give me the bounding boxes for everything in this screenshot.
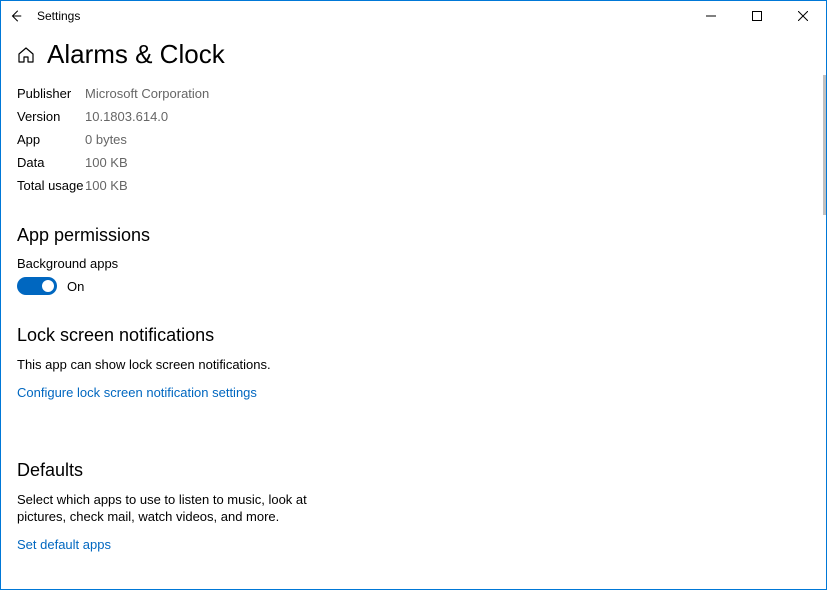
configure-lockscreen-link[interactable]: Configure lock screen notification setti… — [17, 385, 257, 400]
info-label: Publisher — [17, 86, 85, 101]
close-button[interactable] — [780, 1, 826, 31]
window-controls — [688, 1, 826, 31]
set-default-apps-link[interactable]: Set default apps — [17, 537, 111, 552]
info-label: Total usage — [17, 178, 85, 193]
info-value: Microsoft Corporation — [85, 86, 209, 101]
background-apps-label: Background apps — [17, 256, 826, 271]
section-permissions: App permissions Background apps On — [17, 225, 826, 295]
defaults-heading: Defaults — [17, 460, 826, 481]
arrow-left-icon — [9, 9, 23, 23]
info-value: 100 KB — [85, 178, 128, 193]
info-value: 100 KB — [85, 155, 128, 170]
content-area: Alarms & Clock Publisher Microsoft Corpo… — [1, 31, 826, 589]
background-apps-toggle[interactable] — [17, 277, 57, 295]
app-info-table: Publisher Microsoft Corporation Version … — [17, 82, 826, 197]
lockscreen-desc: This app can show lock screen notificati… — [17, 356, 327, 374]
minimize-icon — [706, 11, 716, 21]
permissions-heading: App permissions — [17, 225, 826, 246]
window-title: Settings — [37, 9, 80, 23]
back-button[interactable] — [1, 1, 31, 31]
section-defaults: Defaults Select which apps to use to lis… — [17, 460, 826, 582]
info-label: App — [17, 132, 85, 147]
toggle-knob — [42, 280, 54, 292]
close-icon — [798, 11, 808, 21]
info-value: 0 bytes — [85, 132, 127, 147]
page-header: Alarms & Clock — [17, 39, 826, 70]
info-row-publisher: Publisher Microsoft Corporation — [17, 82, 826, 105]
info-label: Version — [17, 109, 85, 124]
settings-window: Settings Alarms & Clock Publisher Micros… — [0, 0, 827, 590]
section-lockscreen: Lock screen notifications This app can s… — [17, 325, 826, 430]
info-row-data: Data 100 KB — [17, 151, 826, 174]
info-row-app: App 0 bytes — [17, 128, 826, 151]
info-value: 10.1803.614.0 — [85, 109, 168, 124]
background-apps-toggle-row: On — [17, 277, 826, 295]
defaults-desc: Select which apps to use to listen to mu… — [17, 491, 327, 526]
lockscreen-heading: Lock screen notifications — [17, 325, 826, 346]
toggle-state-text: On — [67, 279, 84, 294]
page-title: Alarms & Clock — [47, 39, 225, 70]
info-row-version: Version 10.1803.614.0 — [17, 105, 826, 128]
maximize-icon — [752, 11, 762, 21]
titlebar: Settings — [1, 1, 826, 31]
info-row-total: Total usage 100 KB — [17, 174, 826, 197]
maximize-button[interactable] — [734, 1, 780, 31]
minimize-button[interactable] — [688, 1, 734, 31]
scrollbar[interactable] — [823, 75, 826, 215]
home-icon[interactable] — [17, 46, 35, 64]
info-label: Data — [17, 155, 85, 170]
